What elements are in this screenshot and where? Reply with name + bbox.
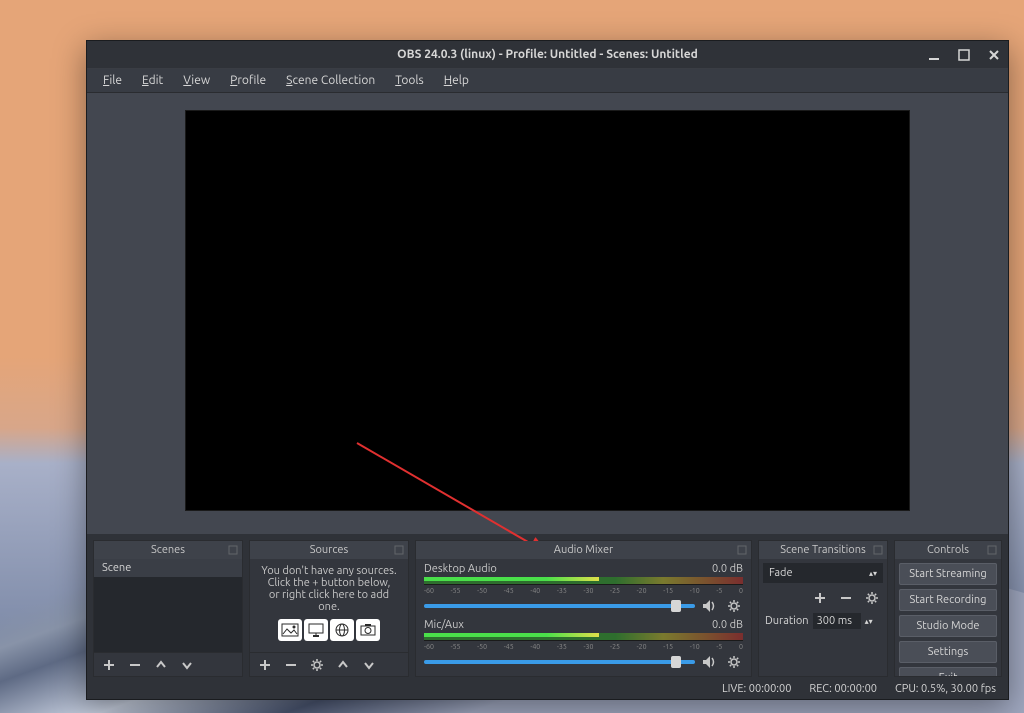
settings-button[interactable]: Settings bbox=[899, 641, 997, 663]
menu-file[interactable]: File bbox=[95, 72, 130, 89]
start-recording-button[interactable]: Start Recording bbox=[899, 589, 997, 611]
transitions-title: Scene Transitions bbox=[780, 544, 866, 556]
transition-settings-button[interactable] bbox=[863, 589, 881, 607]
remove-scene-button[interactable] bbox=[126, 656, 144, 674]
meter-ticks: -60-55-50-45-40-35-30-25-20-15-10-50 bbox=[424, 643, 743, 651]
window-controls bbox=[924, 41, 1004, 69]
audio-mixer-panel: Audio Mixer Desktop Audio 0.0 dB -60-55-… bbox=[415, 540, 752, 677]
menu-view[interactable]: View bbox=[175, 72, 218, 89]
sources-title: Sources bbox=[310, 544, 349, 556]
popout-icon[interactable] bbox=[394, 545, 404, 555]
transition-select[interactable]: Fade ▴▾ bbox=[763, 563, 883, 583]
maximize-button[interactable] bbox=[954, 45, 974, 65]
controls-panel-header[interactable]: Controls bbox=[895, 541, 1001, 559]
add-source-button[interactable] bbox=[256, 656, 274, 674]
scene-up-button[interactable] bbox=[152, 656, 170, 674]
spinner-icon[interactable]: ▴▾ bbox=[865, 618, 873, 625]
menu-help[interactable]: Help bbox=[436, 72, 477, 89]
titlebar[interactable]: OBS 24.0.3 (linux) - Profile: Untitled -… bbox=[87, 41, 1008, 69]
scene-list[interactable]: Scene bbox=[94, 559, 242, 652]
obs-window: OBS 24.0.3 (linux) - Profile: Untitled -… bbox=[86, 40, 1009, 700]
menu-scene-collection[interactable]: Scene Collection bbox=[278, 72, 383, 89]
remove-source-button[interactable] bbox=[282, 656, 300, 674]
image-source-icon bbox=[278, 619, 302, 641]
status-cpu: CPU: 0.5%, 30.00 fps bbox=[895, 683, 996, 695]
volume-slider[interactable] bbox=[424, 604, 695, 608]
preview-area bbox=[87, 93, 1008, 534]
chevron-updown-icon: ▴▾ bbox=[869, 570, 877, 577]
popout-icon[interactable] bbox=[987, 545, 997, 555]
audio-meter bbox=[424, 633, 743, 641]
track-level: 0.0 dB bbox=[712, 619, 743, 631]
sources-empty-line: or right click here to add one. bbox=[258, 589, 400, 613]
status-rec: REC: 00:00:00 bbox=[809, 683, 877, 695]
mixer-title: Audio Mixer bbox=[554, 544, 613, 556]
scene-item[interactable]: Scene bbox=[94, 559, 242, 577]
transitions-panel: Scene Transitions Fade ▴▾ Duration 300 m… bbox=[758, 540, 888, 677]
sources-toolbar bbox=[250, 652, 408, 676]
mixer-body: Desktop Audio 0.0 dB -60-55-50-45-40-35-… bbox=[416, 559, 751, 675]
gear-icon[interactable] bbox=[725, 653, 743, 671]
controls-panel: Controls Start Streaming Start Recording… bbox=[894, 540, 1002, 677]
source-up-button[interactable] bbox=[334, 656, 352, 674]
popout-icon[interactable] bbox=[228, 545, 238, 555]
studio-mode-button[interactable]: Studio Mode bbox=[899, 615, 997, 637]
scenes-toolbar bbox=[94, 652, 242, 676]
minimize-button[interactable] bbox=[924, 45, 944, 65]
scene-down-button[interactable] bbox=[178, 656, 196, 674]
exit-button[interactable]: Exit bbox=[899, 667, 997, 676]
source-type-icons bbox=[278, 619, 380, 641]
duration-label: Duration bbox=[765, 615, 809, 627]
scenes-title: Scenes bbox=[151, 544, 185, 556]
duration-value: 300 ms bbox=[817, 615, 852, 627]
mixer-track: Desktop Audio 0.0 dB -60-55-50-45-40-35-… bbox=[424, 563, 743, 615]
transitions-panel-header[interactable]: Scene Transitions bbox=[759, 541, 887, 559]
menu-tools[interactable]: Tools bbox=[387, 72, 432, 89]
scenes-panel-header[interactable]: Scenes bbox=[94, 541, 242, 559]
add-transition-button[interactable] bbox=[811, 589, 829, 607]
close-button[interactable] bbox=[984, 45, 1004, 65]
window-title: OBS 24.0.3 (linux) - Profile: Untitled -… bbox=[397, 48, 698, 61]
mixer-track: Mic/Aux 0.0 dB -60-55-50-45-40-35-30-25-… bbox=[424, 619, 743, 671]
display-source-icon bbox=[304, 619, 328, 641]
sources-empty-line: Click the + button below, bbox=[268, 577, 391, 589]
menu-profile[interactable]: Profile bbox=[222, 72, 274, 89]
scenes-panel: Scenes Scene bbox=[93, 540, 243, 677]
transition-selected: Fade bbox=[769, 567, 793, 579]
dock-panels: Scenes Scene Sources bbox=[87, 534, 1008, 679]
browser-source-icon bbox=[330, 619, 354, 641]
popout-icon[interactable] bbox=[737, 545, 747, 555]
menu-edit[interactable]: Edit bbox=[134, 72, 171, 89]
controls-title: Controls bbox=[927, 544, 969, 556]
source-settings-button[interactable] bbox=[308, 656, 326, 674]
source-down-button[interactable] bbox=[360, 656, 378, 674]
meter-ticks: -60-55-50-45-40-35-30-25-20-15-10-50 bbox=[424, 587, 743, 595]
gear-icon[interactable] bbox=[725, 597, 743, 615]
duration-input[interactable]: 300 ms bbox=[813, 613, 861, 629]
mixer-panel-header[interactable]: Audio Mixer bbox=[416, 541, 751, 559]
start-streaming-button[interactable]: Start Streaming bbox=[899, 563, 997, 585]
statusbar: LIVE: 00:00:00 REC: 00:00:00 CPU: 0.5%, … bbox=[87, 679, 1008, 699]
status-live: LIVE: 00:00:00 bbox=[722, 683, 791, 695]
volume-slider[interactable] bbox=[424, 660, 695, 664]
remove-transition-button[interactable] bbox=[837, 589, 855, 607]
popout-icon[interactable] bbox=[873, 545, 883, 555]
track-name: Mic/Aux bbox=[424, 619, 464, 631]
track-name: Desktop Audio bbox=[424, 563, 497, 575]
add-scene-button[interactable] bbox=[100, 656, 118, 674]
preview-canvas[interactable] bbox=[185, 110, 910, 511]
camera-source-icon bbox=[356, 619, 380, 641]
sources-empty-line: You don't have any sources. bbox=[261, 565, 396, 577]
sources-panel: Sources You don't have any sources. Clic… bbox=[249, 540, 409, 677]
speaker-icon[interactable] bbox=[701, 597, 719, 615]
track-level: 0.0 dB bbox=[712, 563, 743, 575]
sources-panel-header[interactable]: Sources bbox=[250, 541, 408, 559]
menubar: File Edit View Profile Scene Collection … bbox=[87, 69, 1008, 93]
audio-meter bbox=[424, 577, 743, 585]
sources-empty[interactable]: You don't have any sources. Click the + … bbox=[250, 559, 408, 652]
speaker-icon[interactable] bbox=[701, 653, 719, 671]
